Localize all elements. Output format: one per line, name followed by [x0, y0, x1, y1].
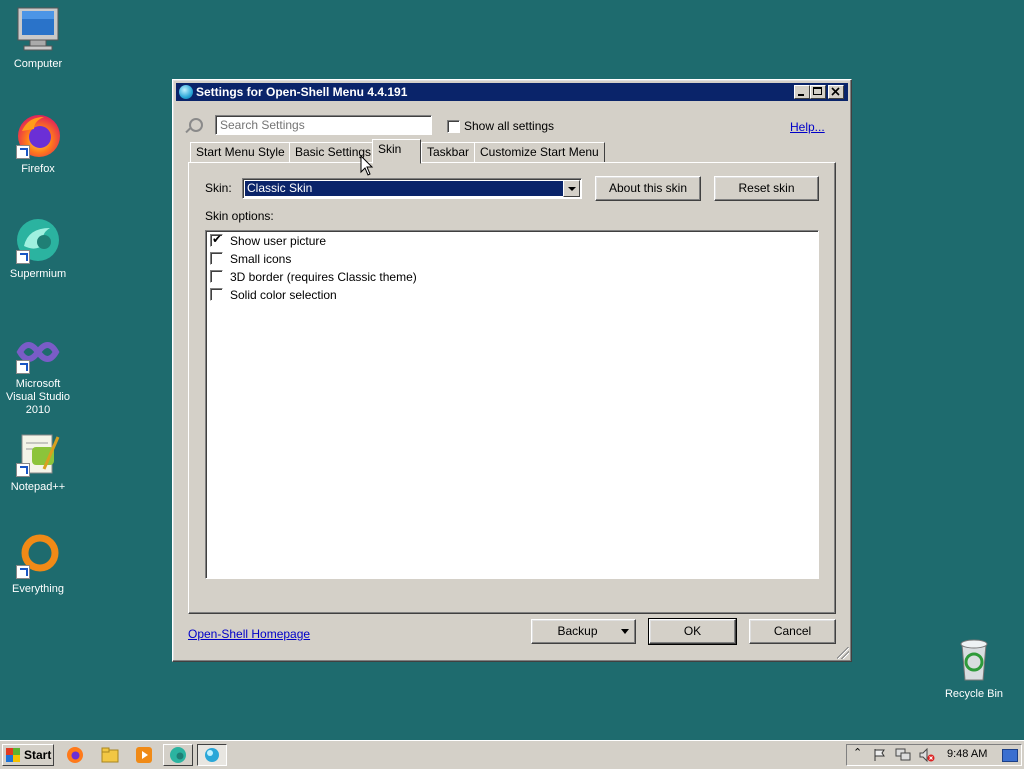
firefox-icon	[14, 111, 62, 159]
skin-options-list[interactable]: Show user picture Small icons 3D border …	[205, 230, 819, 579]
desktop-icon-visual-studio[interactable]: Microsoft Visual Studio 2010	[0, 334, 76, 417]
tab-label: Start Menu Style	[196, 145, 285, 159]
windows-flag-icon	[6, 748, 20, 762]
firefox-quicklaunch-icon[interactable]	[66, 746, 84, 764]
show-all-settings-checkbox[interactable]	[447, 120, 460, 133]
title-bar[interactable]: Settings for Open-Shell Menu 4.4.191	[176, 83, 848, 101]
list-item: Small icons	[230, 252, 292, 266]
desktop-icon-computer[interactable]: Computer	[0, 6, 76, 71]
search-icon	[189, 118, 203, 132]
list-item: Show user picture	[230, 234, 327, 248]
show-user-picture-checkbox[interactable]	[210, 232, 223, 247]
taskbar: Start ⌃ 9:48 AM	[0, 740, 1024, 769]
desktop-icon-label: Firefox	[21, 163, 55, 175]
tab-label: Customize Start Menu	[480, 145, 599, 159]
maximize-button[interactable]	[810, 85, 826, 99]
skin-label: Skin:	[205, 181, 232, 195]
desktop-icon-label: Computer	[13, 58, 63, 70]
backup-button[interactable]: Backup	[531, 619, 636, 644]
visual-studio-icon	[14, 334, 62, 374]
skin-dropdown-value: Classic Skin	[245, 181, 563, 196]
minimize-button[interactable]	[794, 85, 810, 99]
window-title: Settings for Open-Shell Menu 4.4.191	[196, 85, 408, 99]
desktop-icon-label: Supermium	[9, 268, 67, 280]
clock[interactable]: 9:48 AM	[947, 748, 987, 760]
show-hidden-icons-icon[interactable]: ⌃	[853, 746, 862, 759]
settings-window: Settings for Open-Shell Menu 4.4.191 Sho…	[172, 79, 852, 662]
taskbar-button-open-shell-settings[interactable]	[197, 744, 227, 766]
dropdown-arrow-icon	[621, 629, 629, 634]
resize-grip[interactable]	[837, 647, 849, 659]
desktop-icon-everything[interactable]: Everything	[0, 531, 76, 596]
shortcut-arrow-icon	[16, 463, 30, 477]
open-shell-icon	[179, 85, 193, 99]
open-shell-icon	[205, 748, 219, 762]
small-icons-checkbox[interactable]	[210, 252, 223, 265]
desktop-icon-label: Recycle Bin	[944, 688, 1004, 700]
shortcut-arrow-icon	[16, 360, 30, 374]
volume-muted-icon[interactable]	[919, 748, 935, 762]
cancel-button[interactable]: Cancel	[749, 619, 836, 644]
tab-label: Skin	[378, 142, 402, 156]
desktop-icon-label: Everything	[12, 583, 64, 595]
action-center-flag-icon[interactable]	[873, 748, 887, 762]
desktop-icon-recycle-bin[interactable]: Recycle Bin	[936, 636, 1012, 701]
list-item: Solid color selection	[230, 288, 337, 302]
desktop-icon-firefox[interactable]: Firefox	[0, 111, 76, 176]
supermium-icon	[170, 747, 186, 763]
start-label: Start	[24, 748, 52, 762]
desktop-icon-label: Notepad++	[10, 481, 66, 493]
3d-border-checkbox[interactable]	[210, 270, 223, 283]
tab-skin[interactable]: Skin	[372, 139, 421, 164]
shortcut-arrow-icon	[16, 250, 30, 264]
close-button[interactable]	[828, 85, 844, 99]
desktop-icon-supermium[interactable]: Supermium	[0, 216, 76, 281]
help-link[interactable]: Help...	[790, 120, 825, 134]
taskbar-button-supermium[interactable]	[163, 744, 193, 766]
start-button[interactable]: Start	[2, 744, 54, 766]
media-player-quicklaunch-icon[interactable]	[135, 746, 153, 764]
backup-label: Backup	[557, 624, 598, 638]
skin-dropdown[interactable]: Classic Skin	[242, 178, 582, 199]
skin-options-label: Skin options:	[205, 209, 274, 223]
supermium-icon	[14, 216, 62, 264]
everything-icon	[14, 531, 62, 579]
show-all-settings-label: Show all settings	[464, 119, 555, 133]
search-input[interactable]	[215, 115, 432, 135]
computer-icon	[14, 6, 62, 54]
ok-button[interactable]: OK	[648, 618, 737, 645]
recycle-bin-icon	[950, 636, 998, 684]
desktop-icon-notepadpp[interactable]: Notepad++	[0, 429, 76, 494]
notepadpp-icon	[14, 429, 62, 477]
shortcut-arrow-icon	[16, 565, 30, 579]
explorer-quicklaunch-icon[interactable]	[101, 746, 119, 764]
desktop-icon-label: Microsoft Visual Studio 2010	[5, 378, 70, 416]
tab-label: Taskbar	[427, 145, 470, 159]
tab-taskbar[interactable]: Taskbar	[421, 142, 476, 163]
about-this-skin-button[interactable]: About this skin	[595, 176, 701, 201]
reset-skin-button[interactable]: Reset skin	[714, 176, 819, 201]
list-item: 3D border (requires Classic theme)	[230, 270, 417, 284]
system-tray: ⌃ 9:48 AM	[846, 744, 1022, 766]
network-icon[interactable]	[895, 748, 911, 762]
dropdown-arrow-icon[interactable]	[563, 180, 580, 197]
solid-color-selection-checkbox[interactable]	[210, 288, 223, 301]
shortcut-arrow-icon	[16, 145, 30, 159]
show-desktop-button[interactable]	[1002, 749, 1018, 762]
open-shell-homepage-link[interactable]: Open-Shell Homepage	[188, 627, 310, 641]
tab-customize-start-menu[interactable]: Customize Start Menu	[474, 142, 605, 163]
tab-start-menu-style[interactable]: Start Menu Style	[190, 142, 291, 163]
